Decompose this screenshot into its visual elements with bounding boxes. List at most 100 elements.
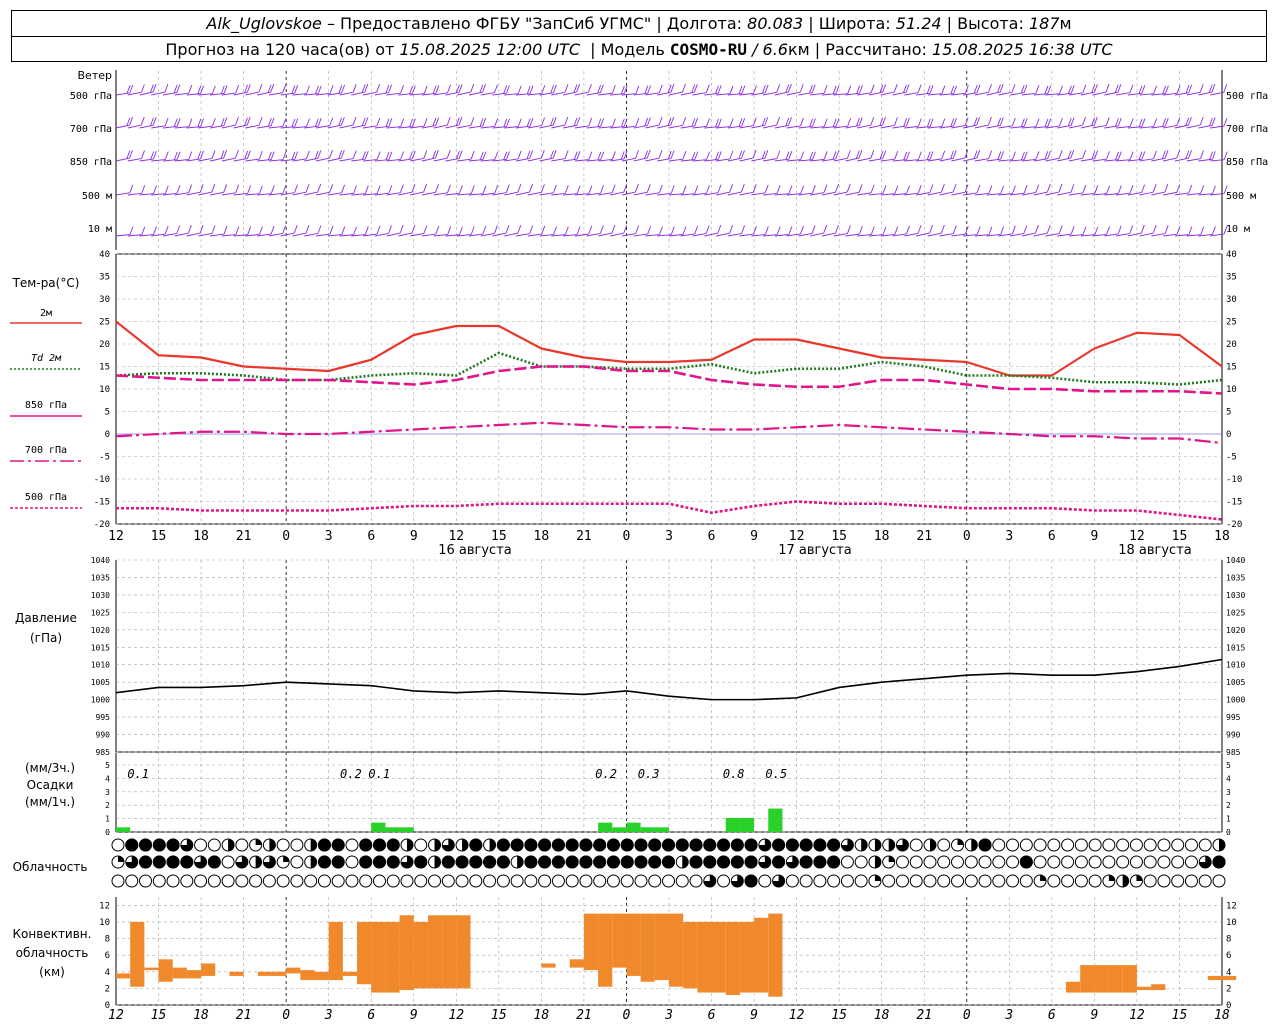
wind-barb-staff [1163, 191, 1177, 196]
wind-barb-flag [906, 151, 910, 160]
wind-barb-flag [305, 184, 310, 193]
cloud-circle [1171, 855, 1185, 869]
cloud-symbol [634, 855, 648, 869]
wind-barb-staff [174, 232, 189, 237]
wind-barb-flag [376, 84, 381, 93]
conv-bar [583, 913, 599, 971]
wind-barb-flag [599, 225, 604, 234]
wind-barb-staff [527, 157, 542, 162]
wind-barb-staff [704, 232, 718, 237]
wind-barb-flag [1058, 225, 1063, 234]
y-tick-label: 1015 [91, 643, 110, 652]
cloud-symbol [675, 838, 689, 852]
cloud-fill [462, 839, 469, 851]
wind-barb-flag [694, 151, 699, 160]
cloud-symbol [840, 838, 854, 852]
wind-barb-flag [364, 226, 369, 235]
cloud-fill [648, 838, 662, 852]
cloud-symbol [524, 855, 538, 869]
wind-barb-flag [647, 85, 652, 94]
cloud-circle [414, 874, 428, 888]
wind-barb-flag [1141, 184, 1146, 193]
cloud-symbol [262, 838, 276, 852]
wind-barb-flag [306, 85, 310, 94]
wind-barb-flag [352, 150, 357, 159]
wind-barb-staff [833, 233, 848, 237]
conv-bar [1207, 975, 1222, 981]
wind-barb-flag [1035, 224, 1039, 234]
cloud-fill [386, 855, 400, 869]
cloud-symbol [978, 874, 992, 888]
x-tick-label: 18 [193, 1008, 209, 1023]
wind-barb-flag [832, 118, 837, 128]
wind-barb-flag [1058, 183, 1063, 193]
wind-barb-flag [1068, 85, 1072, 94]
wind-barb-flag [926, 151, 931, 160]
cloud-symbol [909, 838, 923, 852]
cloud-fill [703, 855, 717, 869]
temperature-panel-title: Тем-ра(°С) [12, 276, 80, 290]
cloud-symbol [648, 838, 662, 852]
cloud-symbol [372, 855, 386, 869]
cloud-symbol [992, 874, 1006, 888]
cloud-fill [524, 838, 538, 852]
wind-barb-flag [197, 151, 202, 160]
wind-barb-flag [176, 225, 181, 234]
wind-barb-flag [1012, 185, 1016, 194]
cloud-circle [992, 838, 1006, 852]
wind-barb-flag [917, 118, 922, 127]
x-tick-label: 12 [108, 1008, 124, 1023]
cloud-circle [620, 874, 634, 888]
wind-barb-flag [1035, 151, 1040, 160]
x-tick-label: 6 [708, 529, 716, 544]
wind-barb-flag [835, 184, 839, 193]
conv-bar [357, 921, 372, 985]
wind-barb-staff [1198, 125, 1213, 129]
x-tick-label: 12 [789, 529, 805, 544]
precip-label-1h: (мм/1ч.) [25, 795, 75, 809]
cloud-fill [717, 838, 731, 852]
wind-barb-staff [410, 233, 424, 237]
cloud-symbol [139, 838, 153, 852]
cloud-symbol [882, 838, 896, 852]
conv-bar [697, 921, 712, 993]
cloud-circle [166, 874, 180, 888]
wind-barb-flag [588, 151, 593, 160]
cloud-symbol [675, 855, 689, 869]
wind-barb-flag [176, 118, 181, 127]
wind-barb-flag [423, 183, 428, 193]
wind-barb-flag [964, 117, 969, 126]
wind-barb-flag [505, 224, 510, 234]
y-tick-label: 2 [1226, 801, 1231, 810]
wind-barb-flag [150, 151, 155, 160]
y-tick-label: 4 [1226, 774, 1231, 783]
wind-barb-staff [374, 92, 389, 96]
cloud-symbol [1019, 874, 1033, 888]
wind-barb-flag [1106, 185, 1110, 194]
wind-barb-flag [494, 118, 499, 127]
x-tick-label: 12 [448, 529, 464, 544]
cloud-circle [978, 855, 992, 869]
cloud-circle [345, 874, 359, 888]
cloud-circle [441, 874, 455, 888]
wind-barb-flag [1176, 226, 1181, 235]
cloud-symbol [235, 874, 249, 888]
y-tick-label: 1035 [91, 573, 110, 582]
wind-barb-flag [1188, 84, 1193, 93]
cloud-fill [317, 838, 331, 852]
wind-barb-flag [741, 225, 745, 234]
cloud-symbol [249, 855, 263, 869]
wind-barb-flag [1012, 151, 1016, 160]
wind-barb-flag [529, 85, 534, 94]
cloud-fill [255, 856, 262, 868]
wind-barb-flag [835, 224, 839, 234]
wind-barb-flag [752, 117, 757, 126]
cloud-circle [1074, 855, 1088, 869]
cloud-symbol [1006, 838, 1020, 852]
wind-barb-flag [973, 85, 978, 94]
cloud-symbol [510, 838, 524, 852]
cloud-circle [235, 874, 249, 888]
wind-barb-flag [1035, 184, 1040, 193]
wind-barb-staff [574, 91, 589, 96]
wind-barb-flag [1082, 150, 1087, 159]
